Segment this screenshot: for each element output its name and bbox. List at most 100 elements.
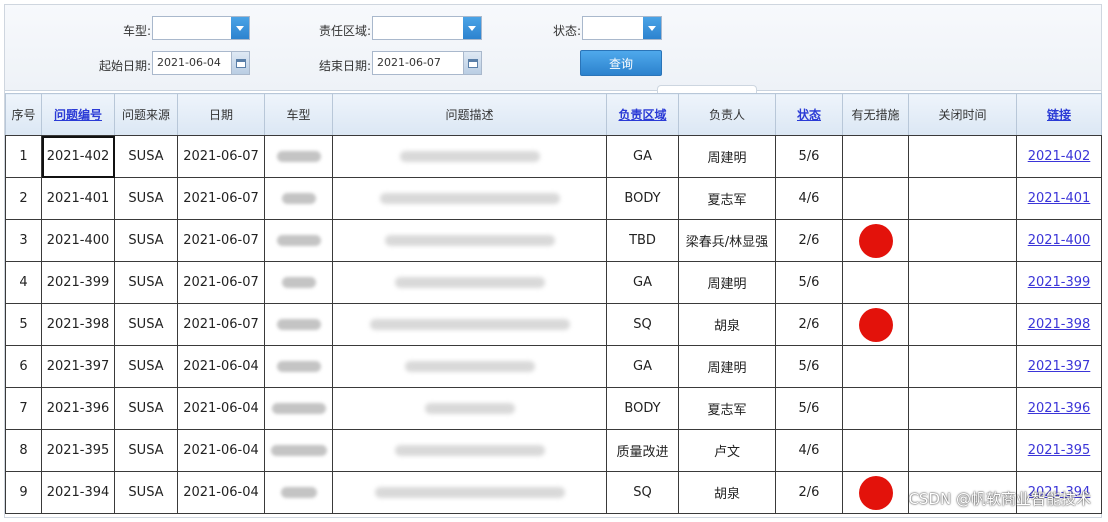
- row-no: 9: [5, 471, 42, 514]
- link-cell[interactable]: 2021-399: [1016, 261, 1102, 304]
- issue-id-cell[interactable]: 2021-397: [41, 345, 115, 388]
- source-cell: SUSA: [114, 471, 178, 514]
- issue-id-cell[interactable]: 2021-395: [41, 429, 115, 472]
- status-cell: 5/6: [775, 135, 843, 178]
- zone-cell: BODY: [606, 177, 679, 220]
- row-no: 7: [5, 387, 42, 430]
- measure-indicator-dot: [858, 475, 893, 510]
- col-header-zone[interactable]: 负责区域: [606, 93, 679, 136]
- car-type-label: 车型:: [122, 24, 151, 38]
- description-cell: [332, 135, 607, 178]
- zone-label: 责任区域:: [318, 24, 371, 38]
- link-cell[interactable]: 2021-400: [1016, 219, 1102, 262]
- redacted-text: [276, 151, 321, 162]
- issue-id-cell[interactable]: 2021-399: [41, 261, 115, 304]
- redacted-text: [276, 235, 321, 246]
- issue-link[interactable]: 2021-397: [1028, 359, 1091, 374]
- row-no: 3: [5, 219, 42, 262]
- issue-id-cell[interactable]: 2021-400: [41, 219, 115, 262]
- calendar-icon[interactable]: [231, 52, 249, 74]
- query-button[interactable]: 查询: [580, 50, 662, 76]
- date-cell: 2021-06-04: [177, 345, 265, 388]
- table-row[interactable]: 7 2021-396 SUSA 2021-06-04 BODY 夏志军 5/6 2021-39…: [5, 387, 1102, 430]
- table-row[interactable]: 2 2021-401 SUSA 2021-06-07 BODY 夏志军 4/6 2021-40…: [5, 177, 1102, 220]
- date-cell: 2021-06-07: [177, 303, 265, 346]
- col-header-close-time: 关闭时间: [908, 93, 1017, 136]
- redacted-text: [399, 151, 540, 162]
- col-header-link[interactable]: 链接: [1016, 93, 1102, 136]
- issue-id-cell[interactable]: 2021-401: [41, 177, 115, 220]
- measure-cell: [842, 261, 909, 304]
- link-cell[interactable]: 2021-402: [1016, 135, 1102, 178]
- source-cell: SUSA: [114, 387, 178, 430]
- col-header-issue-id[interactable]: 问题编号: [41, 93, 115, 136]
- table-header-row: 序号 问题编号 问题来源 日期 车型 问题描述 负责区域 负责人 状态 有无措施…: [5, 93, 1102, 136]
- table-row[interactable]: 8 2021-395 SUSA 2021-06-04 质量改进 卢文 4/6 2021-395: [5, 429, 1102, 472]
- issue-link[interactable]: 2021-396: [1028, 401, 1091, 416]
- issue-id-cell[interactable]: 2021-396: [41, 387, 115, 430]
- link-cell[interactable]: 2021-397: [1016, 345, 1102, 388]
- chevron-down-icon[interactable]: [463, 17, 481, 39]
- close-time-cell: [908, 135, 1017, 178]
- status-cell: 4/6: [775, 429, 843, 472]
- issue-link[interactable]: 2021-402: [1028, 149, 1091, 164]
- owner-cell: 周建明: [678, 261, 776, 304]
- link-cell[interactable]: 2021-395: [1016, 429, 1102, 472]
- chevron-down-icon[interactable]: [643, 17, 661, 39]
- link-cell[interactable]: 2021-396: [1016, 387, 1102, 430]
- status-label: 状态:: [552, 24, 581, 38]
- chevron-down-icon[interactable]: [231, 17, 249, 39]
- table-row[interactable]: 3 2021-400 SUSA 2021-06-07 TBD 梁春兵/林显强 2/6 2021…: [5, 219, 1102, 262]
- link-cell[interactable]: 2021-401: [1016, 177, 1102, 220]
- row-no: 1: [5, 135, 42, 178]
- redacted-text: [379, 193, 560, 204]
- owner-cell: 周建明: [678, 135, 776, 178]
- col-header-status[interactable]: 状态: [775, 93, 843, 136]
- car-type-cell: [264, 261, 333, 304]
- issue-table: 序号 问题编号 问题来源 日期 车型 问题描述 负责区域 负责人 状态 有无措施…: [5, 93, 1102, 514]
- table-row[interactable]: 6 2021-397 SUSA 2021-06-04 GA 周建明 5/6 2021-397: [5, 345, 1102, 388]
- source-cell: SUSA: [114, 261, 178, 304]
- description-cell: [332, 471, 607, 514]
- description-cell: [332, 387, 607, 430]
- source-cell: SUSA: [114, 135, 178, 178]
- row-no: 2: [5, 177, 42, 220]
- table-row[interactable]: 4 2021-399 SUSA 2021-06-07 GA 周建明 5/6 2021-399: [5, 261, 1102, 304]
- redacted-text: [281, 277, 316, 288]
- calendar-icon[interactable]: [463, 52, 481, 74]
- end-date-field[interactable]: 2021-06-07: [372, 51, 482, 75]
- redacted-text: [394, 445, 545, 456]
- owner-cell: 胡泉: [678, 303, 776, 346]
- zone-cell: GA: [606, 135, 679, 178]
- issue-link[interactable]: 2021-400: [1028, 233, 1091, 248]
- date-cell: 2021-06-07: [177, 261, 265, 304]
- issue-link[interactable]: 2021-399: [1028, 275, 1091, 290]
- owner-cell: 夏志军: [678, 177, 776, 220]
- issue-id-cell[interactable]: 2021-398: [41, 303, 115, 346]
- issue-id-cell[interactable]: 2021-394: [41, 471, 115, 514]
- source-cell: SUSA: [114, 219, 178, 262]
- issue-link[interactable]: 2021-398: [1028, 317, 1091, 332]
- date-cell: 2021-06-07: [177, 219, 265, 262]
- zone-select[interactable]: [372, 16, 482, 40]
- table-row[interactable]: 5 2021-398 SUSA 2021-06-07 SQ 胡泉 2/6 2021-398: [5, 303, 1102, 346]
- link-cell[interactable]: 2021-398: [1016, 303, 1102, 346]
- car-type-select[interactable]: [152, 16, 250, 40]
- source-cell: SUSA: [114, 177, 178, 220]
- issue-id-cell[interactable]: 2021-402: [41, 135, 115, 178]
- close-time-cell: [908, 219, 1017, 262]
- start-date-field[interactable]: 2021-06-04: [152, 51, 250, 75]
- source-cell: SUSA: [114, 303, 178, 346]
- redacted-text: [394, 277, 545, 288]
- issue-link[interactable]: 2021-401: [1028, 191, 1091, 206]
- status-cell: 2/6: [775, 303, 843, 346]
- status-select[interactable]: [582, 16, 662, 40]
- zone-cell: SQ: [606, 471, 679, 514]
- car-type-cell: [264, 135, 333, 178]
- row-no: 8: [5, 429, 42, 472]
- close-time-cell: [908, 261, 1017, 304]
- issue-link[interactable]: 2021-395: [1028, 443, 1091, 458]
- table-row[interactable]: 1 2021-402 SUSA 2021-06-07 GA 周建明 5/6 2021-402: [5, 135, 1102, 178]
- date-cell: 2021-06-07: [177, 177, 265, 220]
- car-type-cell: [264, 471, 333, 514]
